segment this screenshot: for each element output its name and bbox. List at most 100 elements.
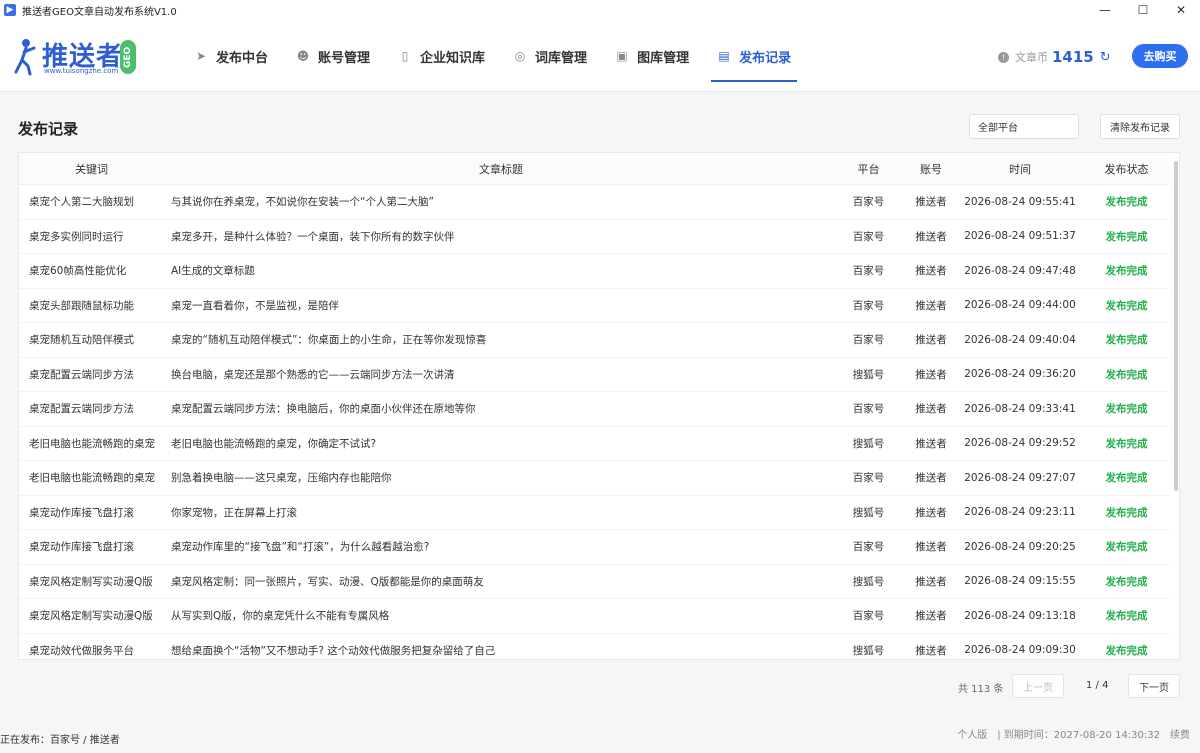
table-row[interactable]: 老旧电脑也能流畅跑的桌宠 老旧电脑也能流畅跑的桌宠，你确定不试试? 搜狐号 推送者 20… [19, 427, 1169, 461]
table-row[interactable]: 桌宠个人第二大脑规划 与其说你在养桌宠，不如说你在安装一个“个人第二大脑” 百家号 推… [19, 185, 1169, 220]
logo-geo-badge: GEO [120, 40, 136, 74]
platform-cell: 搜狐号 [852, 575, 885, 588]
clear-records-button[interactable]: 清除发布记录 [1100, 114, 1180, 139]
account-cell: 推送者 [915, 334, 947, 347]
minimize-icon[interactable]: — [1086, 0, 1124, 20]
renew-link[interactable]: 续费 [1170, 726, 1190, 741]
table-row[interactable]: 桌宠头部跟随鼠标功能 桌宠一直看着你，不是监视，是陪伴 百家号 推送者 2026-08-… [19, 289, 1169, 323]
users-icon: ☻ [296, 49, 310, 63]
title-cell: 从写实到Q版，你的桌宠凭什么不能有专属风格 [171, 610, 390, 623]
time-cell: 2026-08-24 09:40:04 [964, 333, 1076, 346]
license-expiry: | 到期时间：2027-08-20 14:30:32 [997, 730, 1160, 741]
platform-cell: 百家号 [852, 334, 885, 347]
status-cell: 发布完成 [1105, 196, 1148, 209]
keyword-cell: 桌宠60帧高性能优化 [29, 265, 127, 278]
license-info: 个人版 | 到期时间：2027-08-20 14:30:32 续费 [957, 726, 1190, 741]
keyword-cell: 老旧电脑也能流畅跑的桌宠 [29, 437, 155, 450]
title-cell: 桌宠风格定制：同一张照片，写实、动漫、Q版都能是你的桌面萌友 [171, 575, 484, 588]
table-row[interactable]: 老旧电脑也能流畅跑的桌宠 别急着换电脑——这只桌宠，压缩内存也能陪你 百家号 推送者 2… [19, 461, 1169, 496]
status-cell: 发布完成 [1105, 334, 1148, 347]
title-cell: 与其说你在养桌宠，不如说你在安装一个“个人第二大脑” [171, 196, 434, 209]
info-icon[interactable]: ! [998, 51, 1009, 63]
account-cell: 推送者 [915, 299, 947, 312]
nav-image-library[interactable]: ▣ 图库管理 [601, 20, 703, 92]
status-cell: 发布完成 [1105, 610, 1148, 623]
table-row[interactable]: 桌宠风格定制写实动漫Q版 桌宠风格定制：同一张照片，写实、动漫、Q版都能是你的桌面… [19, 565, 1169, 599]
maximize-icon[interactable]: ☐ [1124, 0, 1162, 20]
status-cell: 发布完成 [1105, 437, 1148, 450]
column-header-platform: 平台 [857, 162, 880, 176]
nav-account-management[interactable]: ☻ 账号管理 [282, 20, 384, 92]
buy-button[interactable]: 去购买 [1132, 44, 1188, 68]
keyword-cell: 桌宠多实例同时运行 [29, 230, 124, 243]
table-scrollbar[interactable] [1174, 161, 1178, 491]
status-cell: 发布完成 [1105, 299, 1148, 312]
keyword-cell: 桌宠风格定制写实动漫Q版 [29, 575, 153, 588]
table-row[interactable]: 桌宠随机互动陪伴模式 桌宠的“随机互动陪伴模式”：你桌面上的小生命，正在等你发现惊… [19, 323, 1169, 358]
table-row[interactable]: 桌宠动作库接飞盘打滚 桌宠动作库里的“接飞盘”和“打滚”，为什么越看越治愈? 百家号… [19, 530, 1169, 565]
table-row[interactable]: 桌宠动作库接飞盘打滚 你家宠物，正在屏幕上打滚 搜狐号 推送者 2026-08-24 0… [19, 496, 1169, 530]
time-cell: 2026-08-24 09:09:30 [964, 644, 1076, 657]
send-icon: ➤ [195, 49, 207, 63]
platform-filter-select[interactable]: 全部平台 [969, 114, 1079, 139]
status-cell: 发布完成 [1105, 403, 1148, 416]
account-cell: 推送者 [915, 230, 947, 243]
platform-cell: 百家号 [852, 265, 885, 278]
refresh-icon[interactable]: ↻ [1100, 50, 1111, 65]
keyword-cell: 桌宠头部跟随鼠标功能 [29, 299, 134, 312]
time-cell: 2026-08-24 09:33:41 [964, 402, 1076, 415]
keyword-cell: 桌宠动效代做服务平台 [29, 644, 134, 657]
status-cell: 发布完成 [1105, 644, 1148, 657]
next-page-button[interactable]: 下一页 [1128, 674, 1180, 698]
title-cell: 桌宠的“随机互动陪伴模式”：你桌面上的小生命，正在等你发现惊喜 [171, 334, 487, 347]
pagination-total: 共 113 条 [958, 684, 1004, 695]
time-cell: 2026-08-24 09:20:25 [964, 540, 1076, 553]
account-cell: 推送者 [915, 437, 947, 450]
account-cell: 推送者 [915, 265, 947, 278]
nav-label: 发布中台 [216, 50, 269, 66]
status-cell: 发布完成 [1105, 230, 1148, 243]
time-cell: 2026-08-24 09:47:48 [964, 264, 1076, 277]
book-icon: ▯ [401, 49, 409, 63]
table-row[interactable]: 桌宠多实例同时运行 桌宠多开，是种什么体验？一个桌面，装下你所有的数字伙伴 百家号 推… [19, 220, 1169, 254]
title-cell: 桌宠动作库里的“接飞盘”和“打滚”，为什么越看越治愈? [171, 541, 430, 554]
table-row[interactable]: 桌宠配置云端同步方法 换台电脑，桌宠还是那个熟悉的它——云端同步方法一次讲清 搜狐号… [19, 358, 1169, 392]
time-cell: 2026-08-24 09:27:07 [964, 471, 1076, 484]
account-cell: 推送者 [915, 472, 947, 485]
close-icon[interactable]: ✕ [1162, 0, 1200, 20]
time-cell: 2026-08-24 09:29:52 [964, 437, 1076, 450]
platform-cell: 百家号 [852, 299, 885, 312]
title-cell: 你家宠物，正在屏幕上打滚 [171, 506, 297, 519]
column-header-status: 发布状态 [1104, 162, 1149, 176]
nav-publish-records[interactable]: ▤ 发布记录 [703, 20, 805, 92]
platform-cell: 搜狐号 [852, 506, 885, 519]
keyword-cell: 桌宠动作库接飞盘打滚 [29, 506, 134, 519]
table-row[interactable]: 桌宠动效代做服务平台 想给桌面换个“活物”又不想动手? 这个动效代做服务把复杂留给… [19, 634, 1169, 660]
platform-cell: 搜狐号 [852, 437, 885, 450]
column-header-account: 账号 [920, 162, 942, 176]
nav-knowledge-base[interactable]: ▯ 企业知识库 [384, 20, 499, 92]
platform-cell: 百家号 [852, 230, 885, 243]
table-row[interactable]: 桌宠配置云端同步方法 桌宠配置云端同步方法：换电脑后，你的桌面小伙伴还在原地等你 百… [19, 392, 1169, 427]
table-row[interactable]: 桌宠风格定制写实动漫Q版 从写实到Q版，你的桌宠凭什么不能有专属风格 百家号 推送者 2… [19, 599, 1169, 634]
column-header-time: 时间 [1009, 162, 1031, 176]
status-cell: 发布完成 [1105, 575, 1148, 588]
time-cell: 2026-08-24 09:36:20 [964, 368, 1076, 381]
nav-keyword-library[interactable]: ◎ 词库管理 [499, 20, 601, 92]
pagination: 共 113 条 上一页 1 / 4 下一页 [0, 674, 1200, 698]
time-cell: 2026-08-24 09:15:55 [964, 575, 1076, 588]
title-cell: 桌宠一直看着你，不是监视，是陪伴 [171, 299, 339, 312]
nav-publish-center[interactable]: ➤ 发布中台 [180, 20, 282, 92]
column-header-title: 文章标题 [479, 162, 523, 176]
time-cell: 2026-08-24 09:13:18 [964, 609, 1076, 622]
account-cell: 推送者 [915, 403, 947, 416]
record-icon: ▤ [718, 49, 730, 63]
nav-label: 发布记录 [739, 50, 792, 66]
prev-page-button[interactable]: 上一页 [1012, 674, 1064, 698]
platform-cell: 搜狐号 [852, 644, 885, 657]
platform-cell: 百家号 [852, 403, 885, 416]
account-cell: 推送者 [915, 575, 947, 588]
title-cell: 想给桌面换个“活物”又不想动手? 这个动效代做服务把复杂留给了自己 [171, 644, 496, 657]
account-cell: 推送者 [915, 610, 947, 623]
table-row[interactable]: 桌宠60帧高性能优化 AI生成的文章标题 百家号 推送者 2026-08-24 09:4… [19, 254, 1169, 289]
